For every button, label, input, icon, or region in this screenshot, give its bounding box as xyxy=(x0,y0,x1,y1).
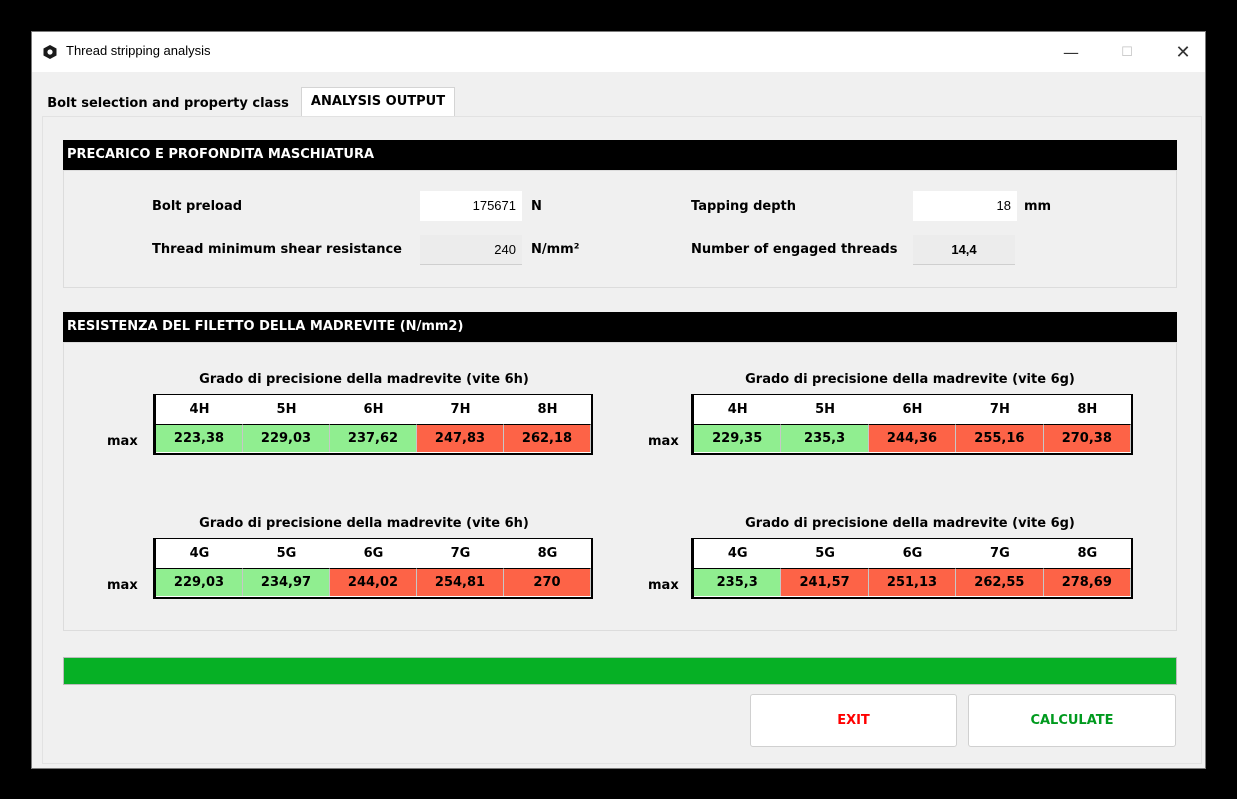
table-header: 7G xyxy=(450,546,471,561)
tab-analysis-output[interactable]: ANALYSIS OUTPUT xyxy=(301,87,455,118)
table-header: 4G xyxy=(727,546,748,561)
table-header: 5G xyxy=(276,546,297,561)
table-cell: 234,97 xyxy=(243,568,330,596)
table-header: 7G xyxy=(990,546,1010,561)
table-header: 8G xyxy=(537,546,558,561)
table-title: Grado di precisione della madrevite (vit… xyxy=(199,372,529,387)
maximize-button[interactable]: ☐ xyxy=(1104,32,1150,72)
bolt-preload-field[interactable]: 175671 xyxy=(420,191,522,221)
tapping-depth-unit: mm xyxy=(1024,199,1052,214)
table-header: 5H xyxy=(815,402,836,417)
precision-table-6h-g: 4G 5G 6G 7G 8G 229,03 234,97 244,02 254,… xyxy=(153,538,593,599)
section-header-preload: PRECARICO E PROFONDITA MASCHIATURA xyxy=(63,140,1177,170)
tapping-depth-label: Tapping depth xyxy=(691,199,797,214)
table-header: 7H xyxy=(989,402,1010,417)
table-title: Grado di precisione della madrevite (vit… xyxy=(745,516,1075,531)
table-header: 8G xyxy=(1077,546,1098,561)
table-title: Grado di precisione della madrevite (vit… xyxy=(199,516,529,531)
preload-panel: Bolt preload 175671 N Thread minimum she… xyxy=(63,170,1177,288)
shear-resistance-field: 240 xyxy=(420,235,522,265)
table-header: 6H xyxy=(902,402,923,417)
engaged-threads-field: 14,4 xyxy=(913,235,1015,265)
window-title: Thread stripping analysis xyxy=(66,43,211,58)
table-cell: 255,16 xyxy=(956,424,1044,452)
table-header: 4H xyxy=(189,402,210,417)
title-bar[interactable]: Thread stripping analysis — ☐ ✕ xyxy=(32,32,1205,72)
table-cell: 241,57 xyxy=(781,568,869,596)
table-cell: 270 xyxy=(504,568,591,596)
minimize-button[interactable]: — xyxy=(1048,32,1094,72)
table-cell: 251,13 xyxy=(868,568,957,596)
table-cell: 270,38 xyxy=(1043,424,1131,452)
app-hex-icon xyxy=(43,45,57,59)
precision-table-6h-h: 4H 5H 6H 7H 8H 223,38 229,03 237,62 247,… xyxy=(153,394,593,455)
resistance-panel: Grado di precisione della madrevite (vit… xyxy=(63,342,1177,631)
table-cell: 229,03 xyxy=(156,568,243,596)
table-cell: 235,3 xyxy=(781,424,869,452)
table-title: Grado di precisione della madrevite (vit… xyxy=(745,372,1075,387)
table-cell: 247,83 xyxy=(417,424,504,452)
tab-bolt-selection[interactable]: Bolt selection and property class xyxy=(42,89,294,119)
table-cell: 223,38 xyxy=(156,424,243,452)
table-cell: 254,81 xyxy=(417,568,504,596)
table-header: 6G xyxy=(363,546,384,561)
shear-resistance-label: Thread minimum shear resistance xyxy=(152,242,402,257)
table-header: 8H xyxy=(1077,402,1098,417)
table-header: 8H xyxy=(537,402,558,417)
table-cell: 229,03 xyxy=(243,424,330,452)
app-window: Thread stripping analysis — ☐ ✕ Bolt sel… xyxy=(31,31,1206,769)
table-cell: 278,69 xyxy=(1043,568,1131,596)
table-cell: 244,02 xyxy=(330,568,417,596)
bolt-preload-unit: N xyxy=(531,199,542,214)
table-header: 7H xyxy=(450,402,471,417)
close-icon: ✕ xyxy=(1175,41,1191,63)
row-label-max: max xyxy=(107,578,138,593)
table-cell: 235,3 xyxy=(694,568,782,596)
progress-bar xyxy=(63,657,1177,685)
close-button[interactable]: ✕ xyxy=(1160,32,1205,72)
table-header: 4G xyxy=(189,546,210,561)
row-label-max: max xyxy=(648,434,679,449)
table-cell: 262,55 xyxy=(956,568,1044,596)
row-label-max: max xyxy=(107,434,138,449)
bolt-preload-label: Bolt preload xyxy=(152,199,243,214)
table-cell: 237,62 xyxy=(330,424,417,452)
engaged-threads-label: Number of engaged threads xyxy=(691,242,898,257)
table-cell: 229,35 xyxy=(694,424,782,452)
progress-fill xyxy=(64,658,1176,684)
maximize-icon: ☐ xyxy=(1121,44,1133,60)
tab-panel: PRECARICO E PROFONDITA MASCHIATURA Bolt … xyxy=(42,116,1202,764)
calculate-button[interactable]: CALCULATE xyxy=(968,694,1176,747)
table-header: 5G xyxy=(815,546,835,561)
table-header: 6G xyxy=(902,546,923,561)
shear-resistance-unit: N/mm² xyxy=(531,242,580,257)
table-cell: 244,36 xyxy=(868,424,957,452)
precision-table-6g-g: 4G 5G 6G 7G 8G 235,3 241,57 251,13 262,5… xyxy=(691,538,1133,599)
table-header: 4H xyxy=(727,402,748,417)
exit-button[interactable]: EXIT xyxy=(750,694,957,747)
table-header: 5H xyxy=(276,402,297,417)
section-header-resistance: RESISTENZA DEL FILETTO DELLA MADREVITE (… xyxy=(63,312,1177,342)
precision-table-6g-h: 4H 5H 6H 7H 8H 229,35 235,3 244,36 255,1… xyxy=(691,394,1133,455)
tapping-depth-field[interactable]: 18 xyxy=(913,191,1017,221)
table-header: 6H xyxy=(363,402,384,417)
minimize-icon: — xyxy=(1063,42,1079,62)
table-cell: 262,18 xyxy=(504,424,591,452)
row-label-max: max xyxy=(648,578,679,593)
